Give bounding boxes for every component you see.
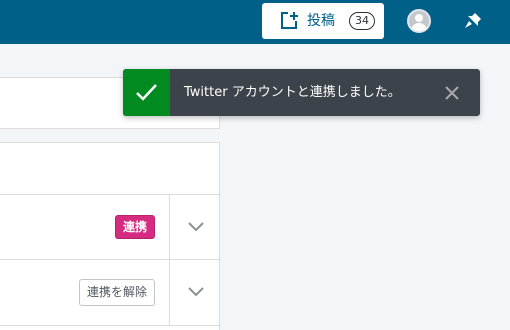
chevron-down-icon[interactable] [186, 221, 206, 233]
notice-status [123, 69, 170, 116]
row-divider [0, 325, 221, 326]
notice-message: Twitter アカウントと連携しました。 [184, 85, 401, 100]
close-icon[interactable] [444, 85, 460, 101]
checkmark-icon [136, 84, 157, 101]
disconnect-button[interactable]: 連携を解除 [79, 279, 155, 306]
masterbar: 投稿 34 [0, 0, 510, 44]
notification-bell-icon[interactable] [462, 10, 484, 32]
column-divider [169, 194, 170, 325]
avatar-silhouette-icon [411, 14, 427, 31]
write-post-button[interactable]: 投稿 34 [262, 3, 384, 39]
add-post-icon [281, 12, 298, 29]
write-post-label: 投稿 [307, 13, 335, 29]
connect-button[interactable]: 連携 [115, 215, 155, 239]
success-notice: Twitter アカウントと連携しました。 [123, 69, 480, 116]
chevron-down-icon[interactable] [186, 286, 206, 298]
user-avatar[interactable] [407, 9, 431, 33]
row-divider [0, 259, 221, 260]
post-count-badge: 34 [349, 12, 375, 30]
row-divider [0, 194, 221, 195]
